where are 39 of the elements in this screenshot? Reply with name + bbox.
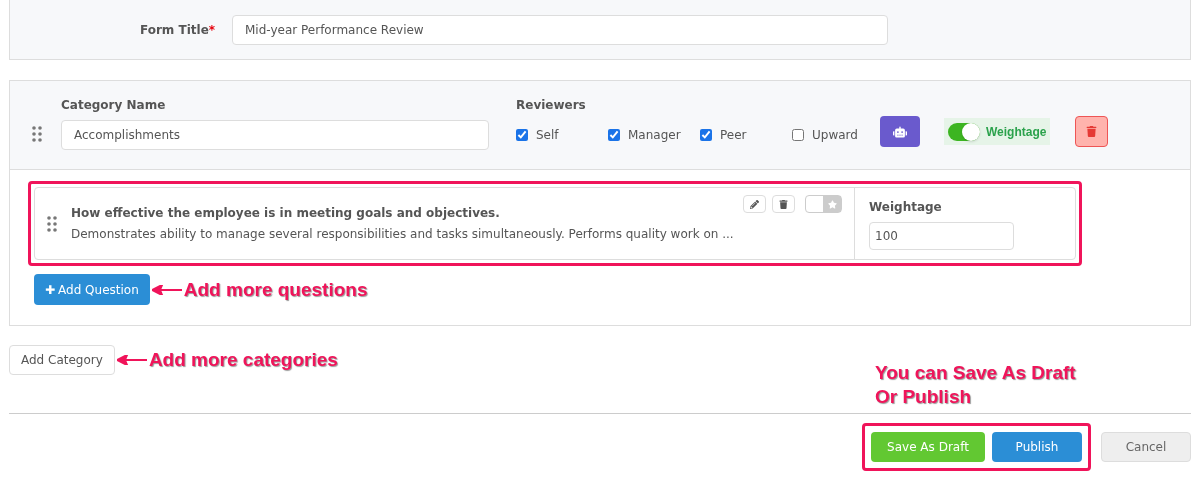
category-name-field[interactable]: Accomplishments: [61, 120, 489, 150]
annotation-text: You can Save As Draft Or Publish: [875, 361, 1077, 409]
pencil-icon: [750, 199, 759, 209]
reviewer-checkbox[interactable]: [608, 129, 620, 141]
annotation-text: Add more questions: [183, 277, 368, 302]
arrow-icon: [116, 355, 147, 365]
reviewer-checkbox[interactable]: [700, 129, 712, 141]
add-category-button[interactable]: Add Category: [9, 345, 115, 375]
checkbox-label: Self: [536, 127, 559, 144]
publish-button[interactable]: Publish: [992, 431, 1082, 462]
toggle-label: Weightage: [986, 123, 1047, 141]
form-title-field[interactable]: Mid-year Performance Review: [232, 14, 888, 45]
delete-button[interactable]: [1075, 116, 1109, 147]
question-description: Demonstrates ability to manage several responsibilities and tasks simultaneously. Performs quality work on ...: [71, 226, 734, 243]
drag-handle-icon[interactable]: [47, 215, 57, 232]
field-label: Reviewers: [516, 97, 587, 114]
checkbox-label: Manager: [628, 127, 681, 144]
cancel-button[interactable]: Cancel: [1101, 431, 1191, 462]
weightage-field[interactable]: 100: [869, 222, 1014, 250]
edit-button[interactable]: [743, 195, 766, 213]
arrow-icon: [151, 284, 182, 295]
trash-icon: [1086, 126, 1098, 137]
checkbox-label: Peer: [720, 127, 747, 144]
weightage-toggle[interactable]: Weightage: [944, 118, 1051, 145]
drag-handle-icon[interactable]: [32, 126, 42, 142]
checkbox-label: Upward: [812, 127, 858, 144]
field-label: Form Title*: [140, 21, 217, 39]
annotation-text: Add more categories: [148, 348, 338, 372]
add-question-button[interactable]: ✚ Add Question: [34, 274, 150, 305]
star-icon: [827, 199, 837, 209]
robot-icon: [893, 124, 907, 139]
reviewer-checkbox[interactable]: [516, 129, 528, 141]
trash-icon: [779, 199, 788, 209]
reviewer-checkbox[interactable]: [792, 129, 804, 141]
question-title: How effective the employee is in meeting goals and objectives.: [71, 205, 501, 222]
star-button[interactable]: [805, 195, 842, 213]
robot-button[interactable]: [880, 116, 920, 147]
field-label: Category Name: [61, 97, 167, 114]
field-label: Weightage: [869, 199, 943, 216]
